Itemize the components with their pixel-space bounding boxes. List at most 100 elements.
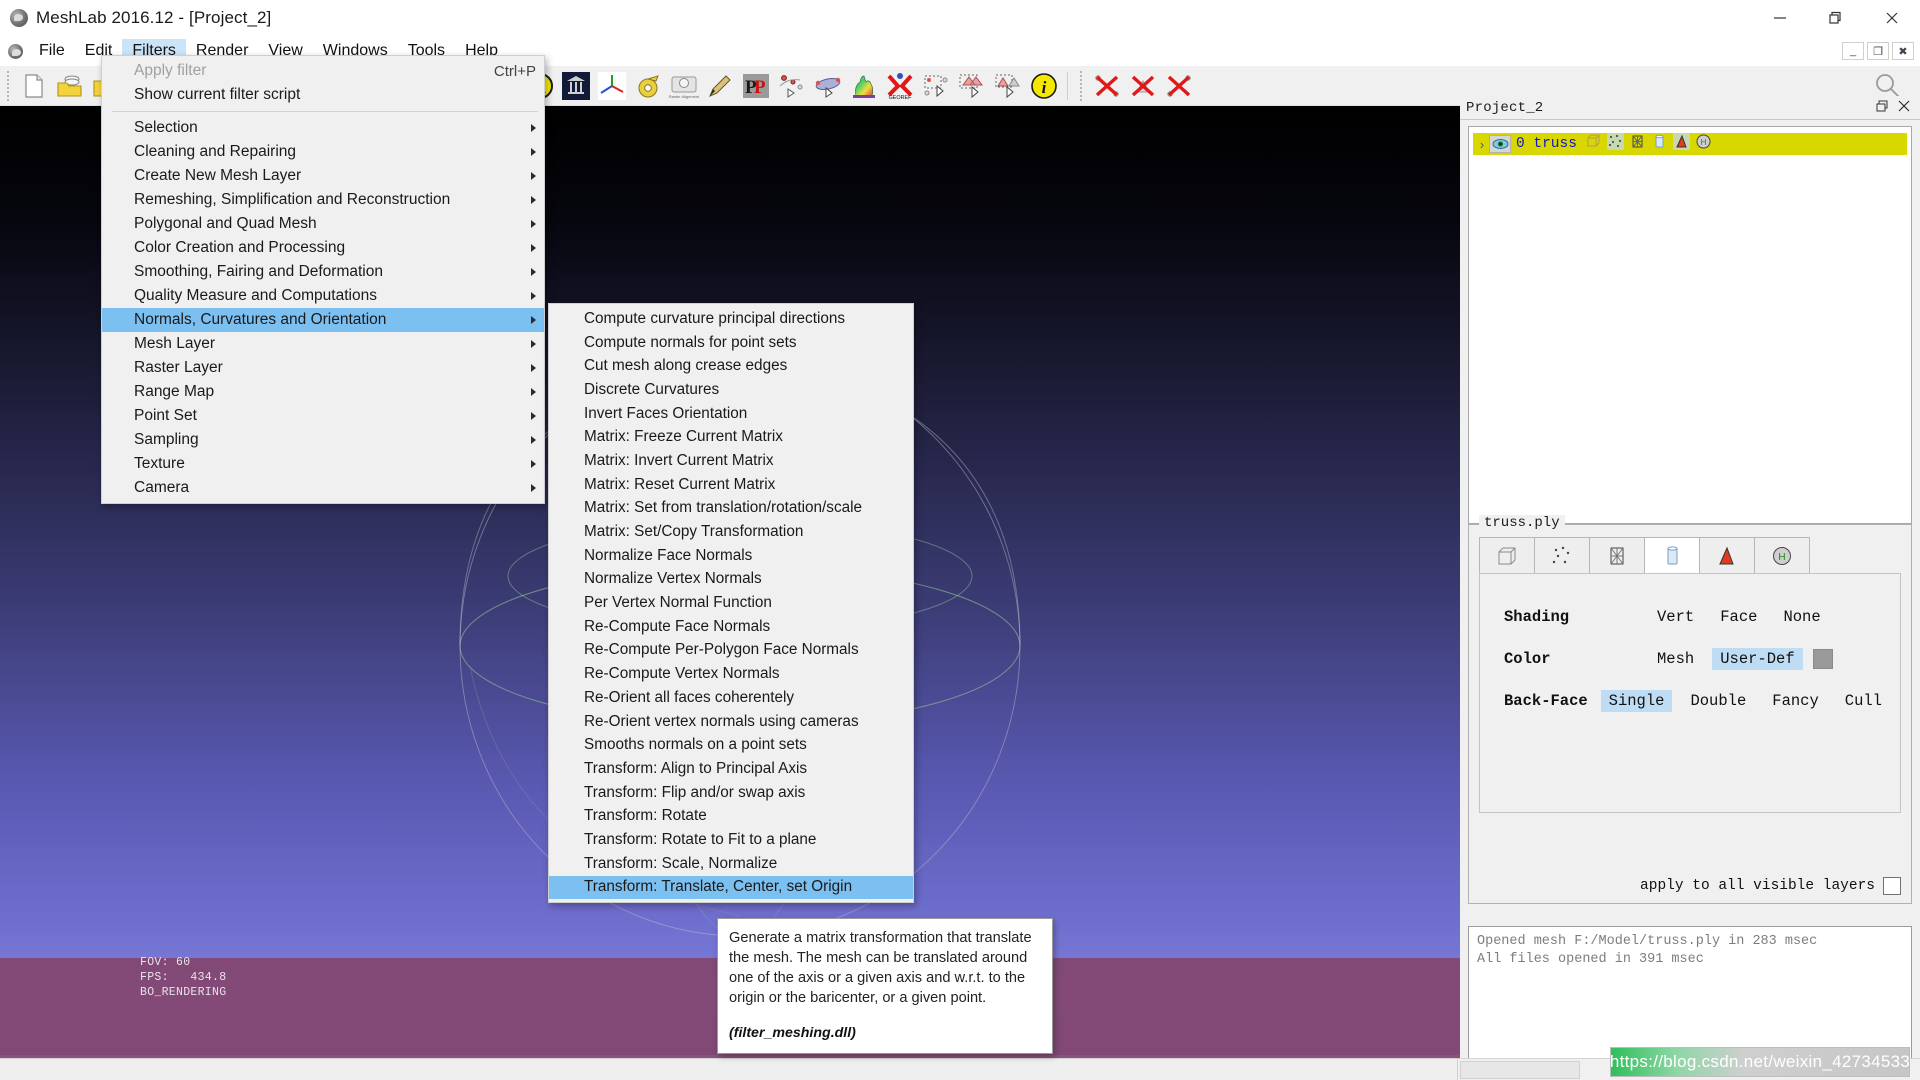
back-face-option-fancy[interactable]: Fancy [1764,690,1827,712]
close-panel-icon[interactable] [1898,100,1910,115]
submenu-re-compute-per-polygon-face-normals[interactable]: Re-Compute Per-Polygon Face Normals [549,639,913,663]
submenu-transform-flip-and-or-swap-axis[interactable]: Transform: Flip and/or swap axis [549,781,913,805]
mdi-restore-button[interactable]: ❐ [1867,42,1889,60]
submenu-per-vertex-normal-function[interactable]: Per Vertex Normal Function [549,591,913,615]
submenu-re-compute-face-normals[interactable]: Re-Compute Face Normals [549,615,913,639]
submenu-transform-rotate[interactable]: Transform: Rotate [549,804,913,828]
measure-icon[interactable] [630,70,666,102]
info-icon[interactable]: i [1026,70,1062,102]
apply-to-all-visible-layers[interactable]: apply to all visible layers [1640,877,1901,895]
mdi-minimize-button[interactable]: _ [1842,42,1864,60]
submenu-compute-normals-for-point-sets[interactable]: Compute normals for point sets [549,331,913,355]
filters-menu-popup[interactable]: Apply filter Ctrl+P Show current filter … [101,55,545,504]
flat-icon[interactable] [1651,133,1668,155]
menu-normals-curvatures-and-orientation[interactable]: Normals, Curvatures and Orientation [102,308,544,332]
z-painting-icon[interactable] [774,70,810,102]
shading-option-face[interactable]: Face [1712,606,1765,628]
delete-face-icon[interactable] [1125,70,1161,102]
submenu-matrix-invert-current-matrix[interactable]: Matrix: Invert Current Matrix [549,449,913,473]
menu-color-creation-and-processing[interactable]: Color Creation and Processing [102,236,544,260]
select-vertex-icon[interactable] [918,70,954,102]
float-panel-icon[interactable] [1876,100,1888,115]
georef-icon[interactable]: GEOREF [882,70,918,102]
normals-submenu-popup[interactable]: Compute curvature principal directions C… [548,303,914,903]
bbox-icon[interactable] [1585,133,1602,155]
toolbar-grip-3[interactable] [1077,71,1085,101]
axis-icon[interactable] [594,70,630,102]
submenu-normalize-vertex-normals[interactable]: Normalize Vertex Normals [549,568,913,592]
raster-alignment-icon[interactable]: Raster Alignment [666,70,702,102]
submenu-compute-curvature-principal-directions[interactable]: Compute curvature principal directions [549,307,913,331]
flatwire-icon[interactable] [1673,133,1690,155]
color-option-user-def[interactable]: User-Def [1712,648,1802,670]
submenu-transform-scale-normalize[interactable]: Transform: Scale, Normalize [549,852,913,876]
tab-smooth[interactable]: H [1754,537,1810,573]
back-face-option-cull[interactable]: Cull [1837,690,1890,712]
menu-range-map[interactable]: Range Map [102,380,544,404]
tab-bbox[interactable] [1479,537,1535,573]
shading-option-vert[interactable]: Vert [1649,606,1702,628]
menu-texture[interactable]: Texture [102,452,544,476]
toolbar-grip[interactable] [4,71,12,101]
submenu-transform-rotate-to-fit-to-a-plane[interactable]: Transform: Rotate to Fit to a plane [549,828,913,852]
submenu-smooths-normals-on-a-point-sets[interactable]: Smooths normals on a point sets [549,733,913,757]
select-faces-icon[interactable] [954,70,990,102]
tab-wireframe[interactable] [1589,537,1645,573]
delete-vertex-icon[interactable] [1089,70,1125,102]
quality-mapping-icon[interactable] [846,70,882,102]
menu-sampling[interactable]: Sampling [102,428,544,452]
back-face-option-double[interactable]: Double [1682,690,1754,712]
menu-selection[interactable]: Selection [102,116,544,140]
menu-file[interactable]: File [29,39,75,63]
back-face-option-single[interactable]: Single [1601,690,1673,712]
pickpoints-icon[interactable]: PP [738,70,774,102]
delete-selected-icon[interactable] [1161,70,1197,102]
user-def-color-swatch[interactable] [1813,649,1833,669]
close-button[interactable] [1864,0,1920,36]
eye-visible-icon[interactable] [1489,135,1511,153]
menu-polygonal-and-quad-mesh[interactable]: Polygonal and Quad Mesh [102,212,544,236]
expand-arrow-icon[interactable]: › [1475,137,1489,152]
new-project-icon[interactable] [16,70,52,102]
apply-to-all-checkbox[interactable] [1883,877,1901,895]
submenu-transform-align-to-principal-axis[interactable]: Transform: Align to Principal Axis [549,757,913,781]
submenu-matrix-reset-current-matrix[interactable]: Matrix: Reset Current Matrix [549,473,913,497]
submenu-re-compute-vertex-normals[interactable]: Re-Compute Vertex Normals [549,662,913,686]
layer-list-item-truss[interactable]: › 0 truss [1473,133,1907,155]
menu-raster-layer[interactable]: Raster Layer [102,356,544,380]
submenu-matrix-set-from-translation-rotation-scale[interactable]: Matrix: Set from translation/rotation/sc… [549,497,913,521]
select-connected-icon[interactable] [990,70,1026,102]
menu-camera[interactable]: Camera [102,476,544,500]
submenu-cut-mesh-along-crease-edges[interactable]: Cut mesh along crease edges [549,354,913,378]
menu-create-new-mesh-layer[interactable]: Create New Mesh Layer [102,164,544,188]
submenu-normalize-face-normals[interactable]: Normalize Face Normals [549,544,913,568]
smooth-icon[interactable]: H [1695,133,1712,155]
shading-option-none[interactable]: None [1775,606,1828,628]
tab-flat[interactable] [1644,537,1700,573]
mdi-close-button[interactable]: ✖ [1892,42,1914,60]
menu-quality-measure-and-computations[interactable]: Quality Measure and Computations [102,284,544,308]
menu-cleaning-and-repairing[interactable]: Cleaning and Repairing [102,140,544,164]
menu-mesh-layer[interactable]: Mesh Layer [102,332,544,356]
restore-button[interactable] [1808,0,1864,36]
points-icon[interactable] [1607,133,1624,155]
submenu-discrete-curvatures[interactable]: Discrete Curvatures [549,378,913,402]
open-project-icon[interactable] [52,70,88,102]
tab-flatwire[interactable] [1699,537,1755,573]
menu-remeshing-simplification-reconstruction[interactable]: Remeshing, Simplification and Reconstruc… [102,188,544,212]
submenu-transform-translate-center-set-origin[interactable]: Transform: Translate, Center, set Origin [549,876,913,900]
wire-icon[interactable] [1629,133,1646,155]
submenu-invert-faces-orientation[interactable]: Invert Faces Orientation [549,402,913,426]
menu-point-set[interactable]: Point Set [102,404,544,428]
paint-brush-icon[interactable] [702,70,738,102]
minimize-button[interactable] [1752,0,1808,36]
tab-points[interactable] [1534,537,1590,573]
menu-smoothing-fairing-deformation[interactable]: Smoothing, Fairing and Deformation [102,260,544,284]
color-option-mesh[interactable]: Mesh [1649,648,1702,670]
submenu-re-orient-all-faces-coherentely[interactable]: Re-Orient all faces coherentely [549,686,913,710]
museum-icon[interactable] [558,70,594,102]
submenu-matrix-freeze-current-matrix[interactable]: Matrix: Freeze Current Matrix [549,425,913,449]
layer-list[interactable]: › 0 truss [1468,126,1912,524]
submenu-re-orient-vertex-normals-using-cameras[interactable]: Re-Orient vertex normals using cameras [549,710,913,734]
menu-show-current-filter-script[interactable]: Show current filter script [102,83,544,107]
